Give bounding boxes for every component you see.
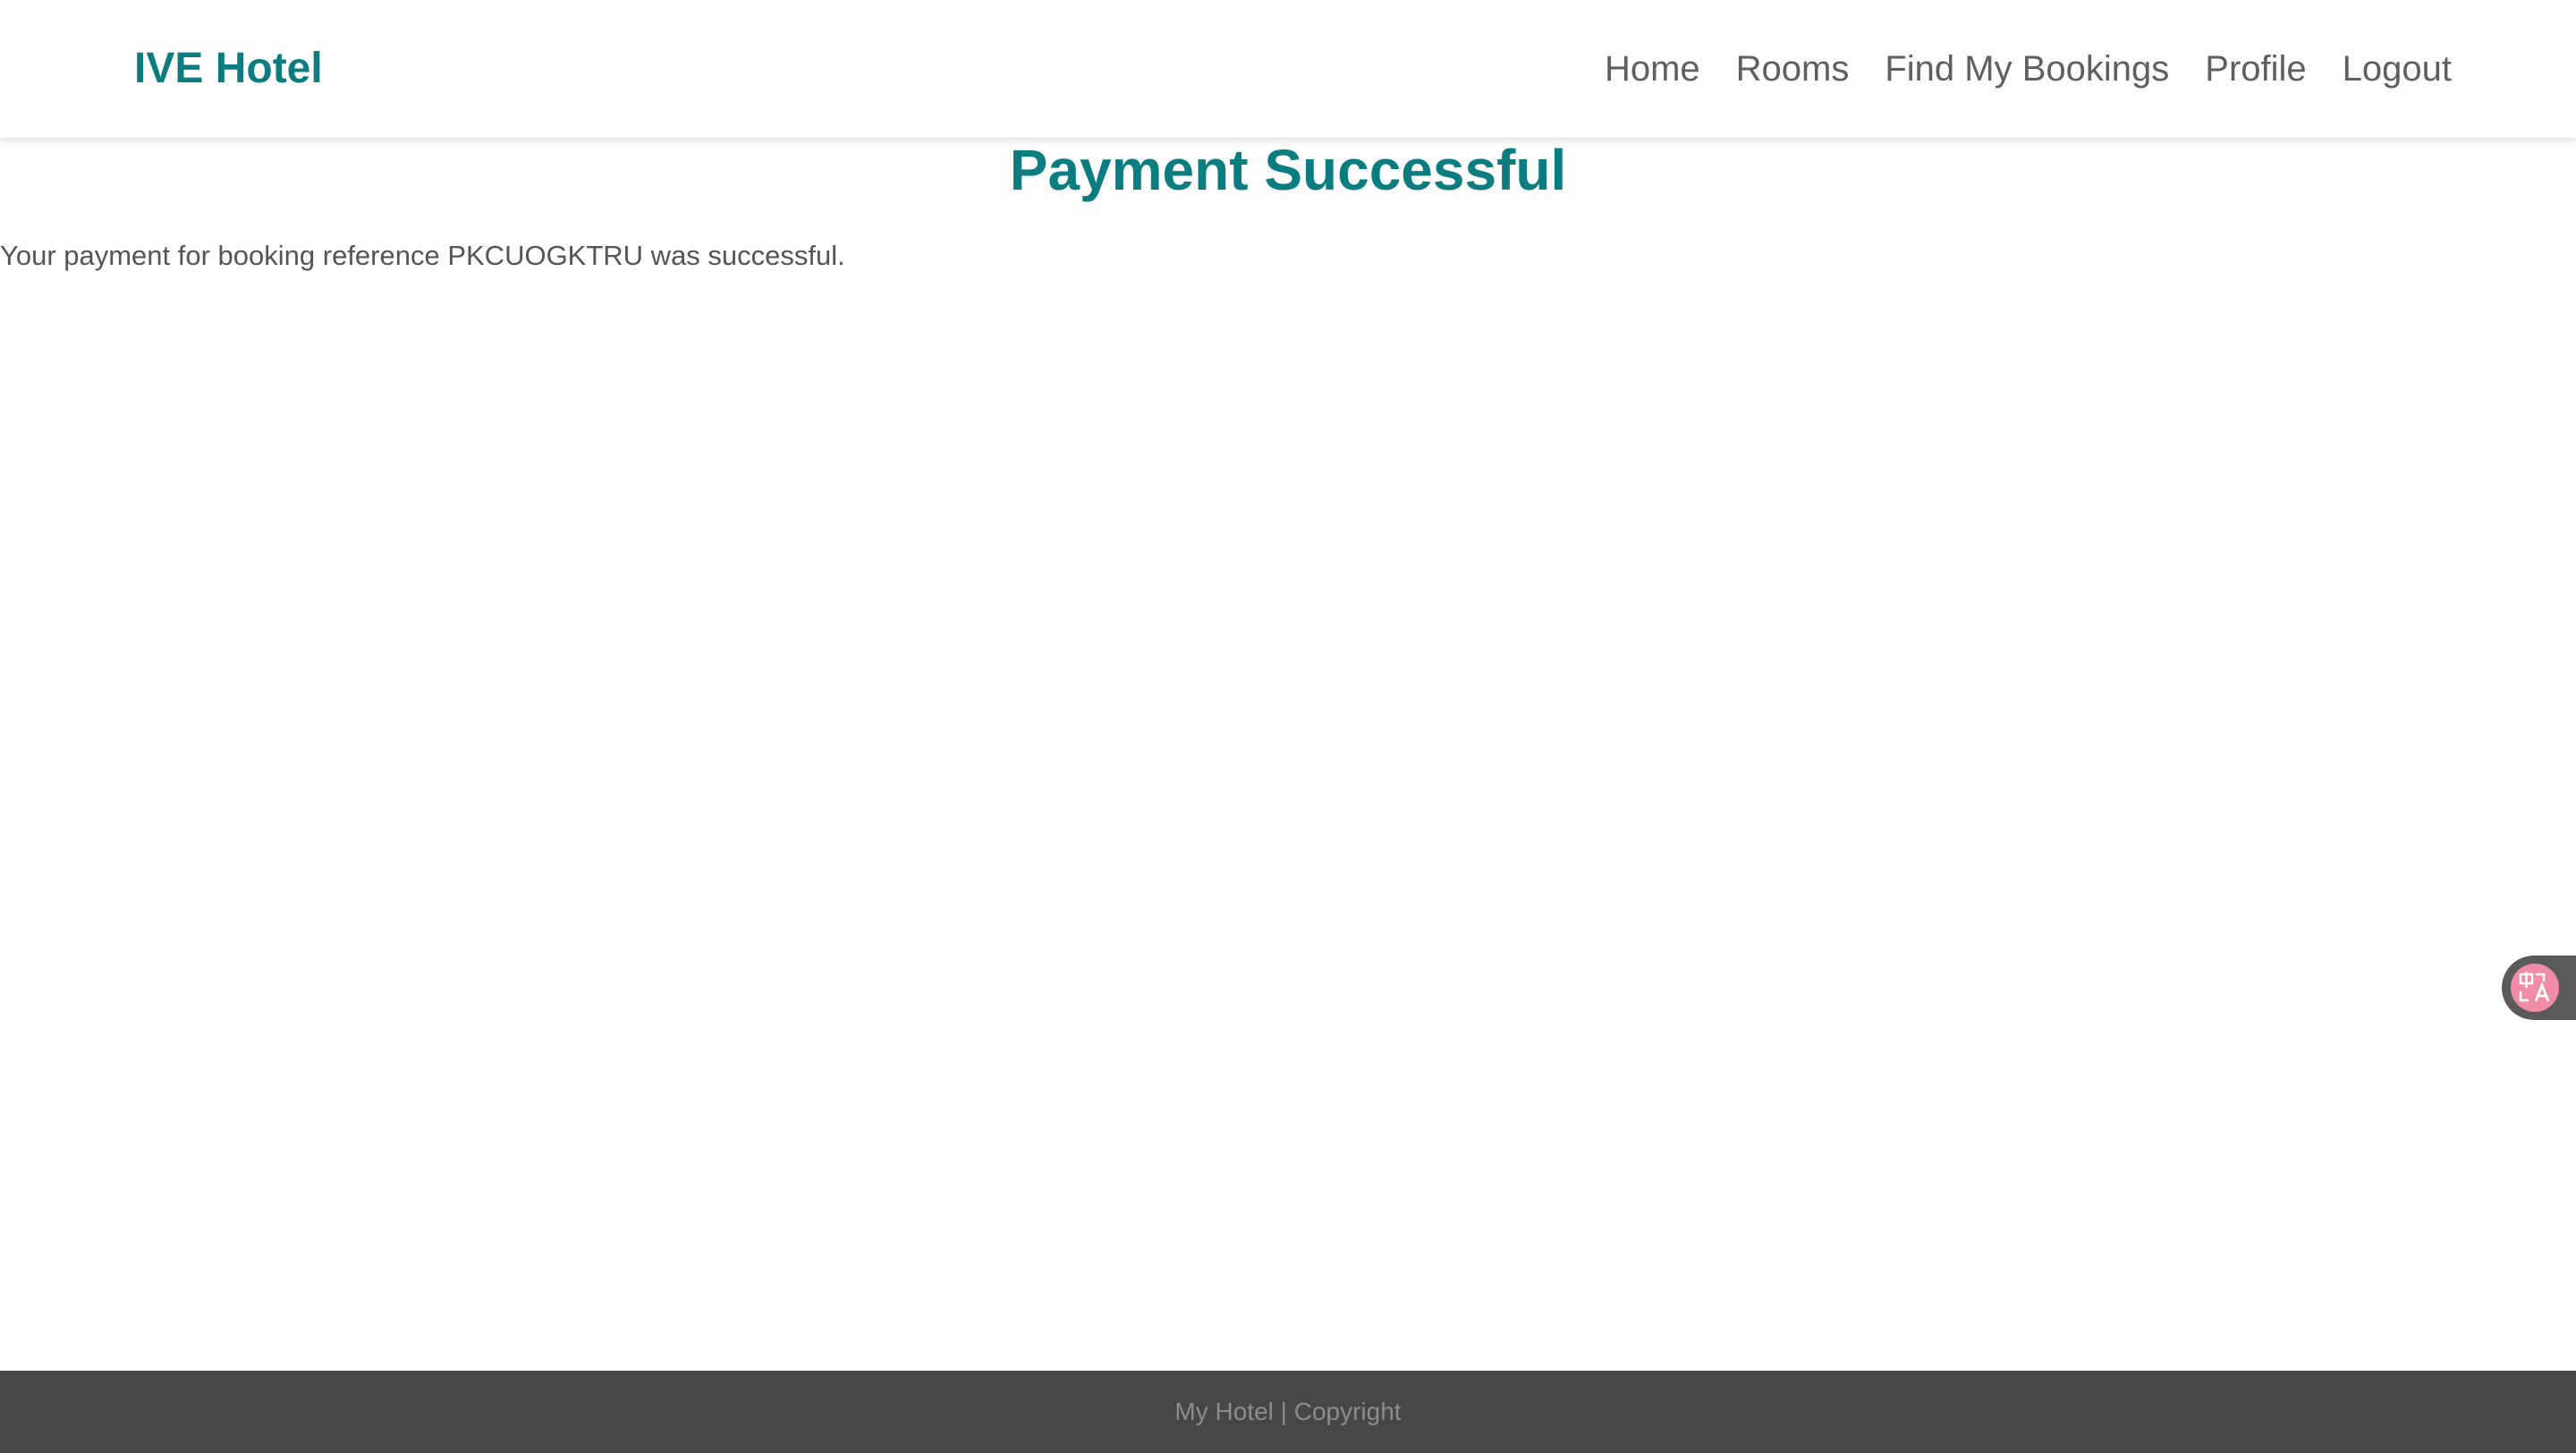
main-nav: Home Rooms Find My Bookings Profile Logo… bbox=[1605, 43, 2452, 95]
nav-link-find-my-bookings[interactable]: Find My Bookings bbox=[1885, 43, 2169, 95]
payment-confirmation-message: Your payment for booking reference PKCUO… bbox=[0, 240, 845, 271]
nav-link-home[interactable]: Home bbox=[1605, 43, 1700, 95]
page-footer: My Hotel | Copyright bbox=[0, 1371, 2576, 1453]
top-navbar: IVE Hotel Home Rooms Find My Bookings Pr… bbox=[0, 0, 2576, 138]
footer-copyright: My Hotel | Copyright bbox=[1174, 1398, 1402, 1425]
brand-logo-link[interactable]: IVE Hotel bbox=[134, 43, 323, 95]
page-title: Payment Successful bbox=[1009, 138, 1567, 202]
nav-link-profile[interactable]: Profile bbox=[2205, 43, 2306, 95]
nav-link-rooms[interactable]: Rooms bbox=[1736, 43, 1850, 95]
translate-widget-button[interactable] bbox=[2502, 956, 2576, 1020]
nav-link-logout[interactable]: Logout bbox=[2343, 43, 2452, 95]
translate-icon bbox=[2511, 964, 2559, 1012]
